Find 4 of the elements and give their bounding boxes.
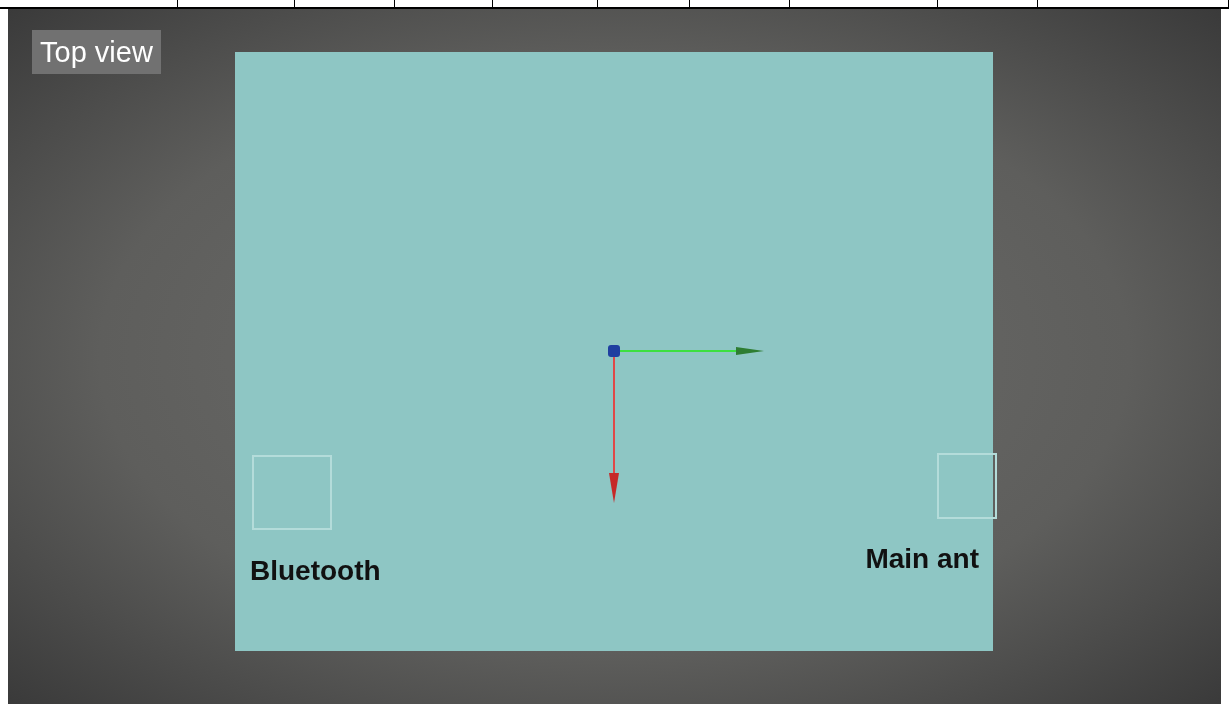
antenna-label: Bluetooth [250,554,381,588]
view-label: Top view [32,30,161,74]
antenna-outline [937,453,997,519]
antenna-label: Main ant [865,542,979,576]
